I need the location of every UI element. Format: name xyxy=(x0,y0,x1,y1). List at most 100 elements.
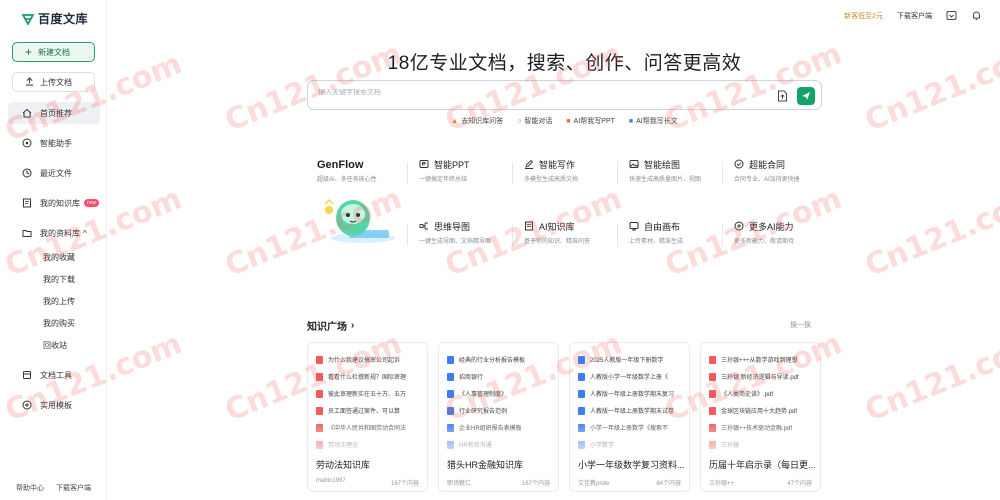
sidebar-item-label: 文档工具 xyxy=(40,370,72,380)
chevron-right-icon: › xyxy=(351,320,355,331)
bell-icon[interactable] xyxy=(971,10,982,21)
doc-item[interactable]: 员工面签通过案件、可以算 xyxy=(316,402,421,419)
knowledge-square-title[interactable]: 知识广场 › xyxy=(307,318,354,333)
sidebar-subitem-purchases[interactable]: 我的购买 xyxy=(8,312,100,334)
assistant-icon xyxy=(22,138,32,148)
feature-free-canvas[interactable]: 自由画布 上传素材、精准生成 xyxy=(617,212,717,260)
sidebar-footer: 帮助中心 下载客户端 xyxy=(16,483,91,493)
wenku-logo-icon xyxy=(22,13,34,25)
genflow-mascot-image xyxy=(324,198,395,243)
feature-smart-ppt[interactable]: 智能PPT 一键搞定年终总结 xyxy=(407,150,507,198)
feature-subtitle: 一键生成导图、文档精导图 xyxy=(419,239,492,245)
doc-item[interactable]: 招商银行 xyxy=(447,368,552,385)
feature-subtitle: 一键搞定年终总结 xyxy=(419,177,468,183)
quick-label: 智能对话 xyxy=(524,118,553,125)
plus-icon: + xyxy=(25,45,33,59)
ppt-icon: ■ xyxy=(566,117,571,125)
sidebar-item-home[interactable]: 首页推荐 xyxy=(8,102,100,124)
quick-kb-qa[interactable]: ▲ 去知识库问答 xyxy=(451,116,503,126)
new-doc-label: 新建文档 xyxy=(38,47,71,57)
hero-title: 18亿专业文档，搜索、创作、问答更高效 xyxy=(387,53,742,74)
quick-chat[interactable]: ○ 智能对话 xyxy=(517,116,552,126)
genflow-subtitle: 超级AI、多任务核心性 xyxy=(317,177,377,183)
doc-title: 三孙银 新经济逻辑与导读.pdf xyxy=(721,375,799,381)
doc-item[interactable]: 2025人教版一年级下册数学 xyxy=(578,351,683,368)
feature-more-ai[interactable]: 更多AI能力 更多新能力、敬请期待 xyxy=(722,212,822,260)
sidebar-item-recent[interactable]: 最近文件 xyxy=(8,162,100,184)
doc-item[interactable]: 《人类简史读》.pdf xyxy=(709,385,814,402)
doc-item[interactable]: 人教版一年级上册数学期末试卷 xyxy=(578,402,683,419)
watermark-text: Cn121.com xyxy=(860,36,1000,139)
file-upload-icon[interactable] xyxy=(777,90,788,102)
pdf-file-icon xyxy=(316,389,323,398)
feature-smart-writing[interactable]: 智能写作 多模型生成高质文档 xyxy=(512,150,612,198)
download-client-link[interactable]: 下载客户端 xyxy=(56,483,91,493)
quick-longwrite[interactable]: ■ AI帮我写长文 xyxy=(629,116,678,126)
upload-icon xyxy=(25,76,34,88)
send-button[interactable] xyxy=(797,87,815,105)
knowledge-card[interactable]: 为什么我建议搞审公司起诉 看看什么杜撰新规？国际审理 彼此审理新实在五十万、五万 员工… xyxy=(307,342,428,492)
feature-smart-drawing[interactable]: 智能绘图 快速生成高质量图片、视图 xyxy=(617,150,717,198)
sidebar-item-tools[interactable]: 文档工具 xyxy=(8,364,100,386)
quick-actions: ▲ 去知识库问答 ○ 智能对话 ■ AI帮我写PPT ■ AI帮我写长文 xyxy=(307,116,822,126)
knowledge-card[interactable]: 2025人教版一年级下册数学 人教版小学一年级数学上册《 人教版一年级上册数学期末复… xyxy=(569,342,690,492)
refresh-link[interactable]: 换一换 xyxy=(790,320,811,330)
card-author: 艾佳教pride xyxy=(578,481,610,487)
folder-icon xyxy=(22,228,32,238)
doc-item[interactable]: 经典的行业分析报告模板 xyxy=(447,351,552,368)
feature-subtitle: 多模型生成高质文档 xyxy=(524,177,579,183)
inbox-icon[interactable] xyxy=(946,10,957,21)
feature-title: 更多AI能力 xyxy=(749,222,794,232)
doc-item[interactable]: 行业研究报告范例 xyxy=(447,402,552,419)
sidebar-item-library[interactable]: 我的资料库 ^ xyxy=(8,222,100,244)
doc-item[interactable]: 三孙银+++从数学游戏到理想 xyxy=(709,351,814,368)
doc-item[interactable]: 金球区块链应用十大趋势.pdf xyxy=(709,402,814,419)
watermark-text: Cn121.com xyxy=(860,181,1000,284)
sidebar-subitem-downloads[interactable]: 我的下载 xyxy=(8,268,100,290)
library-submenu: 我的收藏 我的下载 我的上传 我的购买 回收站 xyxy=(8,246,100,356)
help-center-link[interactable]: 帮助中心 xyxy=(16,483,44,493)
new-badge: new xyxy=(84,199,100,207)
promo-link[interactable]: 新客低至2元 xyxy=(844,11,883,21)
word-file-icon xyxy=(447,372,454,381)
feature-grid: GenFlow 超级AI、多任务核心性 智能PPT 一键搞定年终总结 智能写作 … xyxy=(307,150,822,260)
card-count: 84个内容 xyxy=(656,481,681,487)
doc-item[interactable]: 人教版小学一年级数学上册《 xyxy=(578,368,683,385)
logo[interactable]: 百度文库 xyxy=(22,10,88,27)
feature-title: 自由画布 xyxy=(644,222,681,232)
sidebar-subitem-uploads[interactable]: 我的上传 xyxy=(8,290,100,312)
sidebar-item-templates[interactable]: 实用模板 xyxy=(8,394,100,416)
doc-item[interactable]: 人教版一年级上册数学期末复习 xyxy=(578,385,683,402)
sidebar-item-assistant[interactable]: 智能助手 xyxy=(8,132,100,154)
search-input[interactable] xyxy=(318,89,718,96)
doc-title: 行业研究报告范例 xyxy=(459,409,508,415)
download-client-top-link[interactable]: 下载客户端 xyxy=(897,11,932,21)
feature-ai-knowledge-base[interactable]: AI知识库 基于你的知识、精准问答 xyxy=(512,212,612,260)
doc-item[interactable]: 彼此审理新实在五十万、五万 xyxy=(316,385,421,402)
upload-doc-button[interactable]: 上传文档 xyxy=(12,72,95,92)
doc-item[interactable]: 三孙银 新经济逻辑与导读.pdf xyxy=(709,368,814,385)
sidebar-item-label: 首页推荐 xyxy=(40,108,72,118)
upload-doc-label: 上传文档 xyxy=(40,77,72,87)
sidebar-subitem-recycle[interactable]: 回收站 xyxy=(8,334,100,356)
sidebar-subitem-favorites[interactable]: 我的收藏 xyxy=(8,246,100,268)
quick-ppt[interactable]: ■ AI帮我写PPT xyxy=(566,116,614,126)
doc-item[interactable]: 看看什么杜撰新规？国际审理 xyxy=(316,368,421,385)
genflow-card[interactable]: GenFlow 超级AI、多任务核心性 xyxy=(307,150,407,260)
feature-mindmap[interactable]: 思维导图 一键生成导图、文档精导图 xyxy=(407,212,507,260)
new-doc-button[interactable]: + 新建文档 xyxy=(12,42,95,62)
sidebar-item-label: 最近文件 xyxy=(40,168,72,178)
sidebar-item-label: 我的知识库 xyxy=(40,198,80,208)
knowledge-icon xyxy=(22,198,32,208)
sidebar-item-knowledge[interactable]: 我的知识库 new xyxy=(8,192,100,214)
logo-text: 百度文库 xyxy=(38,12,89,26)
feature-subtitle: 合同专业、AI加持更快捷 xyxy=(734,177,800,183)
feature-super-contract[interactable]: 超能合同 合同专业、AI加持更快捷 xyxy=(722,150,822,198)
doc-item[interactable]: 《人事管理制度》 xyxy=(447,385,552,402)
contract-icon xyxy=(734,159,744,171)
knowledge-card[interactable]: 三孙银+++从数学游戏到理想三孙银 新经济逻辑与导读.pdf 《人类简史读》.pd… xyxy=(700,342,821,492)
doc-item[interactable]: 为什么我建议搞审公司起诉 xyxy=(316,351,421,368)
feature-subtitle: 更多新能力、敬请期待 xyxy=(734,239,795,245)
knowledge-card[interactable]: 经典的行业分析报告模板招商银行《人事管理制度》行业研究报告范例企业HR组织报告表… xyxy=(438,342,559,492)
word-file-icon xyxy=(578,355,585,364)
